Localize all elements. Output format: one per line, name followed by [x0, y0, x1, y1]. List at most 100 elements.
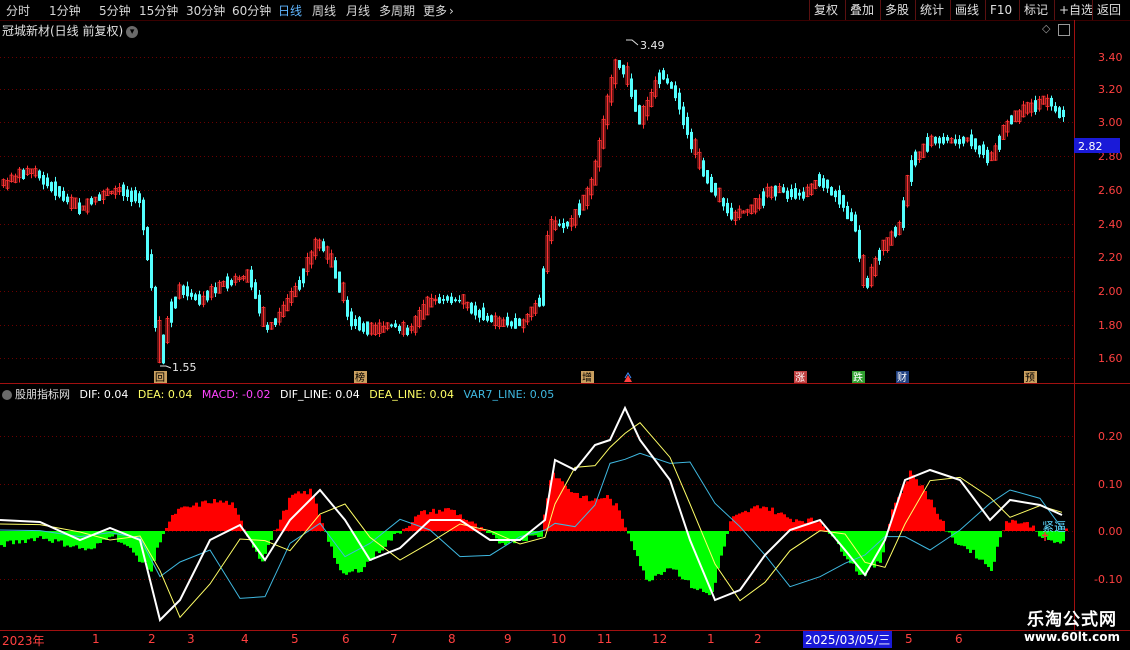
macd-bar [930, 499, 933, 531]
event-marker-text: 涨 [795, 372, 805, 384]
candle-body [630, 78, 633, 97]
candle-body [670, 82, 673, 89]
candle-body [774, 185, 777, 197]
candle-body [406, 327, 409, 335]
macd-bar [201, 501, 204, 531]
macd-bar [210, 503, 213, 531]
date-axis: 2023年 1 2 3 4 5 6 7 8 9 10 11 12 1 2 202… [0, 630, 1075, 650]
macd-bar [591, 500, 594, 531]
macd-bar [372, 531, 375, 559]
indicator-settings-icon[interactable] [2, 390, 12, 400]
macd-bar [564, 485, 567, 531]
candle-body [338, 271, 341, 293]
event-marker-text: 榜 [355, 371, 365, 384]
candle-body [622, 64, 625, 75]
candle-body [634, 89, 637, 112]
candle-body [146, 227, 149, 261]
candle-body [454, 299, 457, 302]
triangle-up-icon [624, 375, 632, 382]
macd-bar [156, 531, 159, 548]
candle-body [354, 319, 357, 327]
candle-body [446, 296, 449, 301]
candle-body [726, 202, 729, 214]
indicator-tick: 0.10 [1098, 478, 1123, 491]
macd-bar [342, 531, 345, 574]
candle-body [254, 282, 257, 299]
macd-bar [909, 470, 912, 531]
macd-bar [225, 500, 228, 531]
indicator-name[interactable]: 股朋指标网 [15, 388, 70, 401]
date-label: 5 [905, 632, 913, 646]
macd-bar [651, 531, 654, 581]
current-price-label: 2.82 [1078, 140, 1103, 153]
macd-bar [216, 502, 219, 531]
chart-canvas[interactable]: 3.40 3.20 3.00 2.80 2.60 2.40 2.20 2.00 … [0, 0, 1130, 650]
macd-bar [1008, 522, 1011, 531]
macd-bar [441, 511, 444, 531]
macd-bar [966, 531, 969, 550]
candle-body [982, 144, 985, 156]
macd-bar [939, 519, 942, 531]
candle-body [458, 299, 461, 302]
candle-body [866, 277, 869, 288]
macd-bar [408, 525, 411, 531]
macd-bar [615, 503, 618, 531]
macd-bar [165, 527, 168, 531]
candle-body [934, 136, 937, 144]
macd-bar [684, 531, 687, 580]
macd-bar [927, 499, 930, 531]
macd-bar [405, 527, 408, 531]
candle-body [702, 160, 705, 177]
candle-body [926, 137, 929, 152]
macd-bar [357, 531, 360, 573]
indicator-axis: 0.20 0.10 0.00 -0.10 [1094, 430, 1123, 586]
candle-body [98, 194, 101, 201]
macd-bar [540, 531, 543, 537]
candle-body [854, 214, 857, 232]
dif-line-value: DIF_LINE: 0.04 [279, 388, 360, 401]
macd-bar [396, 531, 399, 533]
macd-bar [750, 508, 753, 531]
candle-body [142, 199, 145, 231]
candle-body [266, 324, 269, 330]
macd-bar [498, 531, 501, 544]
candle-body [122, 184, 125, 197]
macd-bar [912, 474, 915, 531]
macd-bar [435, 513, 438, 531]
price-tick: 1.60 [1098, 352, 1123, 365]
macd-bar [507, 531, 510, 544]
candle-body [230, 280, 233, 286]
candle-body [558, 223, 561, 226]
macd-bar [18, 531, 21, 544]
macd-bar [714, 531, 717, 583]
macd-bar [816, 522, 819, 531]
watermark: 乐淘公式网 www.60lt.com [1024, 605, 1120, 644]
candle-body [662, 70, 665, 80]
macd-bar [609, 498, 612, 531]
candle-body [946, 137, 949, 141]
macd-bar [630, 531, 633, 542]
macd-bar [900, 492, 903, 531]
macd-bar [270, 531, 273, 541]
macd-bar [186, 506, 189, 531]
macd-bar [579, 498, 582, 531]
candle-body [250, 269, 253, 288]
candle-body [154, 286, 157, 328]
candle-body [170, 301, 173, 323]
macd-bar [24, 531, 27, 543]
macd-bar [126, 531, 129, 547]
candle-body [846, 206, 849, 220]
date-label: 9 [504, 632, 512, 646]
candle-body [126, 189, 129, 197]
macd-bar [12, 531, 15, 545]
macd-bar [603, 497, 606, 531]
macd-bar [0, 531, 3, 546]
macd-bar [174, 513, 177, 531]
macd-bar [312, 496, 315, 531]
candle-body [174, 296, 177, 309]
macd-bar [198, 506, 201, 531]
macd-bar [510, 531, 513, 540]
date-label: 2 [754, 632, 762, 646]
candle-body [858, 229, 861, 259]
macd-bar [597, 499, 600, 531]
